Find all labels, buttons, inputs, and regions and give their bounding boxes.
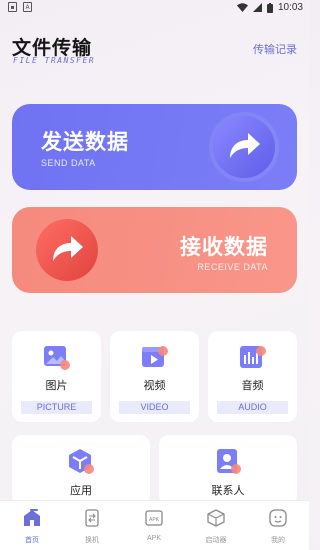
status-time: 10:03 bbox=[277, 2, 303, 13]
page-subtitle: FILE TRANSFER bbox=[13, 56, 96, 65]
video-icon bbox=[142, 346, 168, 367]
a-icon: A bbox=[23, 2, 32, 12]
send-data-card[interactable]: 发送数据 SEND DATA bbox=[12, 104, 297, 190]
receive-data-card[interactable]: 接收数据 RECEIVE DATA bbox=[12, 207, 297, 293]
category-label-en: VIDEO bbox=[119, 401, 190, 414]
status-right-icons: 10:03 bbox=[236, 2, 303, 13]
nav-label: APK bbox=[146, 535, 161, 542]
nav-phone-switch[interactable]: 换机 bbox=[62, 509, 122, 545]
active-indicator bbox=[30, 509, 38, 511]
bottom-nav: 首页 换机 APK APK 启动器 我的 bbox=[0, 500, 309, 550]
category-contacts[interactable]: 联系人 bbox=[159, 435, 297, 505]
category-label-en: AUDIO bbox=[217, 401, 288, 414]
share-arrow-icon bbox=[36, 219, 98, 281]
receive-card-title: 接收数据 bbox=[180, 235, 268, 259]
nav-launcher[interactable]: 启动器 bbox=[186, 509, 246, 545]
category-label-en: PICTURE bbox=[21, 401, 92, 414]
battery-icon bbox=[266, 2, 273, 13]
send-card-title: 发送数据 bbox=[41, 130, 129, 154]
nav-label: 首页 bbox=[25, 537, 39, 544]
audio-icon bbox=[240, 346, 266, 368]
profile-icon bbox=[269, 509, 287, 527]
category-video[interactable]: 视频 VIDEO bbox=[110, 331, 199, 422]
svg-text:APK: APK bbox=[149, 517, 160, 523]
category-label: 音频 bbox=[241, 379, 264, 392]
home-icon bbox=[24, 510, 40, 526]
send-card-subtitle: SEND DATA bbox=[41, 158, 96, 168]
nav-apk[interactable]: APK APK bbox=[124, 509, 184, 542]
contacts-icon bbox=[217, 449, 241, 474]
phone-switch-icon bbox=[85, 509, 99, 527]
picture-icon bbox=[44, 346, 70, 370]
category-label: 应用 bbox=[70, 484, 92, 497]
status-left-icons: ▪ A bbox=[8, 2, 32, 12]
nav-profile[interactable]: 我的 bbox=[248, 509, 308, 545]
category-label: 图片 bbox=[45, 379, 68, 392]
signal-icon bbox=[252, 3, 262, 12]
category-label: 联系人 bbox=[211, 484, 245, 497]
nav-label: 换机 bbox=[85, 537, 99, 544]
nav-label: 启动器 bbox=[205, 537, 227, 544]
nav-home[interactable]: 首页 bbox=[2, 509, 62, 545]
share-arrow-icon bbox=[213, 116, 275, 178]
app-icon bbox=[69, 449, 94, 474]
category-audio[interactable]: 音频 AUDIO bbox=[208, 331, 297, 422]
apk-icon: APK bbox=[145, 510, 163, 526]
notification-icon: ▪ bbox=[8, 2, 17, 12]
category-label: 视频 bbox=[143, 379, 166, 392]
category-picture[interactable]: 图片 PICTURE bbox=[12, 331, 101, 422]
launcher-icon bbox=[207, 509, 225, 527]
receive-card-subtitle: RECEIVE DATA bbox=[197, 262, 268, 272]
category-app[interactable]: 应用 bbox=[12, 435, 150, 505]
transfer-history-link[interactable]: 传输记录 bbox=[253, 41, 297, 57]
status-bar: ▪ A 10:03 bbox=[0, 0, 309, 16]
wifi-icon bbox=[236, 3, 248, 12]
nav-label: 我的 bbox=[271, 537, 285, 544]
